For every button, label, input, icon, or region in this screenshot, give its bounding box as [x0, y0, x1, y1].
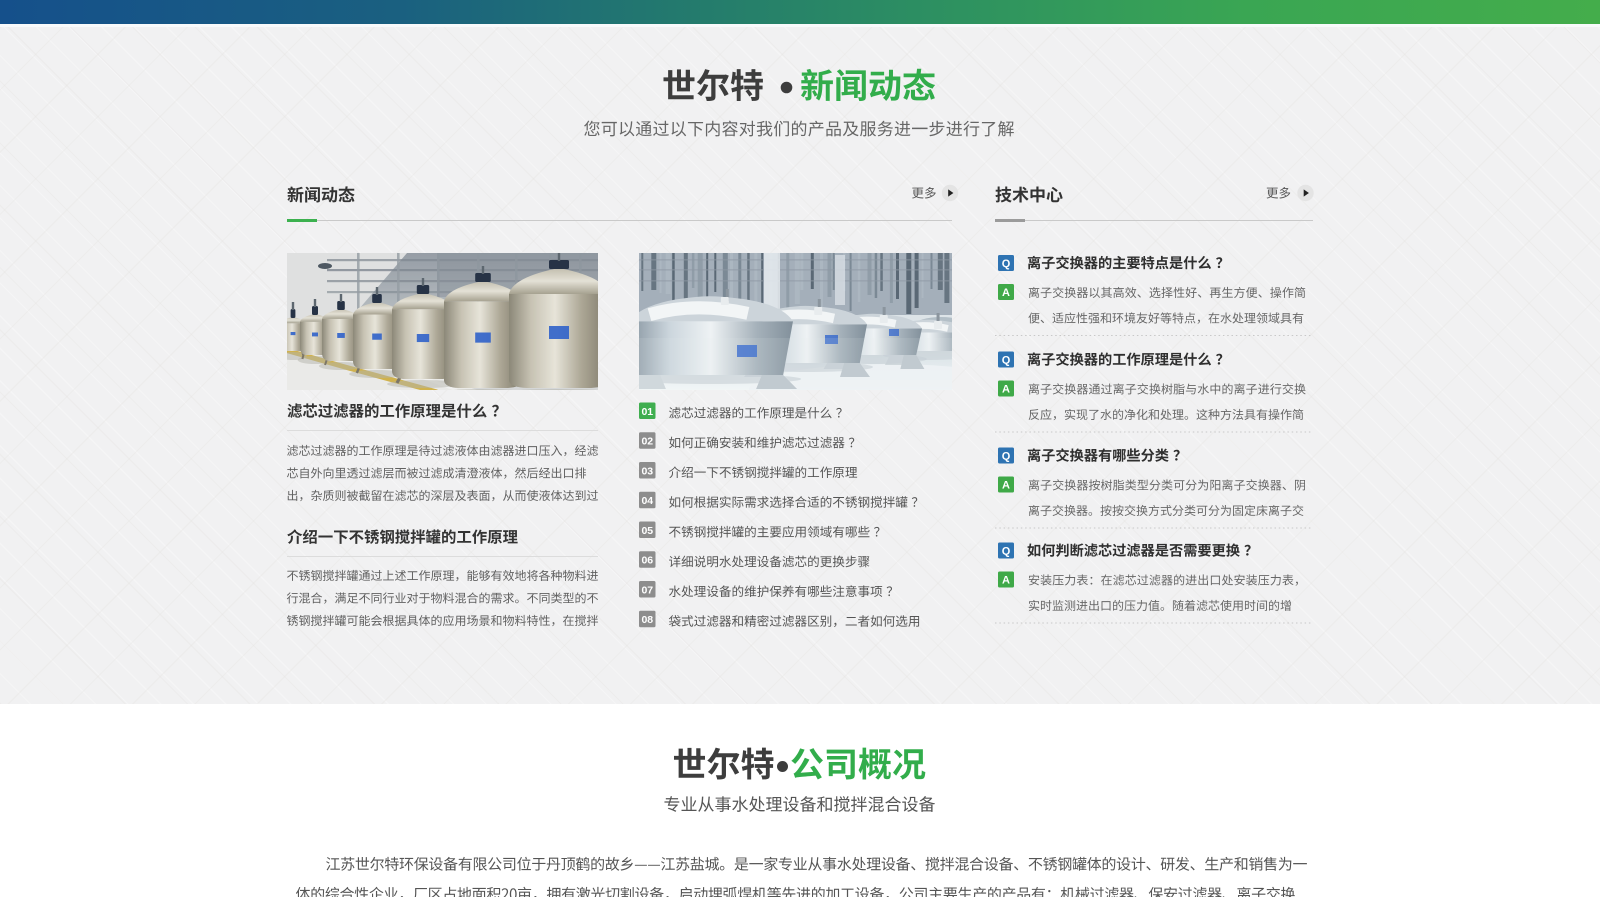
- svg-text:A: A: [1002, 287, 1010, 299]
- svg-text:Q: Q: [1002, 451, 1011, 463]
- svg-text:A: A: [1002, 575, 1010, 587]
- svg-text:03: 03: [641, 465, 653, 477]
- svg-text:A: A: [1002, 384, 1010, 396]
- svg-text:04: 04: [641, 495, 653, 507]
- svg-text:Q: Q: [1002, 258, 1011, 270]
- svg-text:A: A: [1002, 480, 1010, 492]
- svg-text:05: 05: [641, 525, 653, 537]
- svg-text:08: 08: [641, 614, 653, 626]
- svg-text:Q: Q: [1002, 355, 1011, 367]
- svg-text:06: 06: [641, 555, 653, 567]
- svg-text:Q: Q: [1002, 546, 1011, 558]
- svg-text:01: 01: [641, 406, 653, 418]
- svg-text:02: 02: [641, 436, 653, 448]
- svg-text:07: 07: [641, 584, 653, 596]
